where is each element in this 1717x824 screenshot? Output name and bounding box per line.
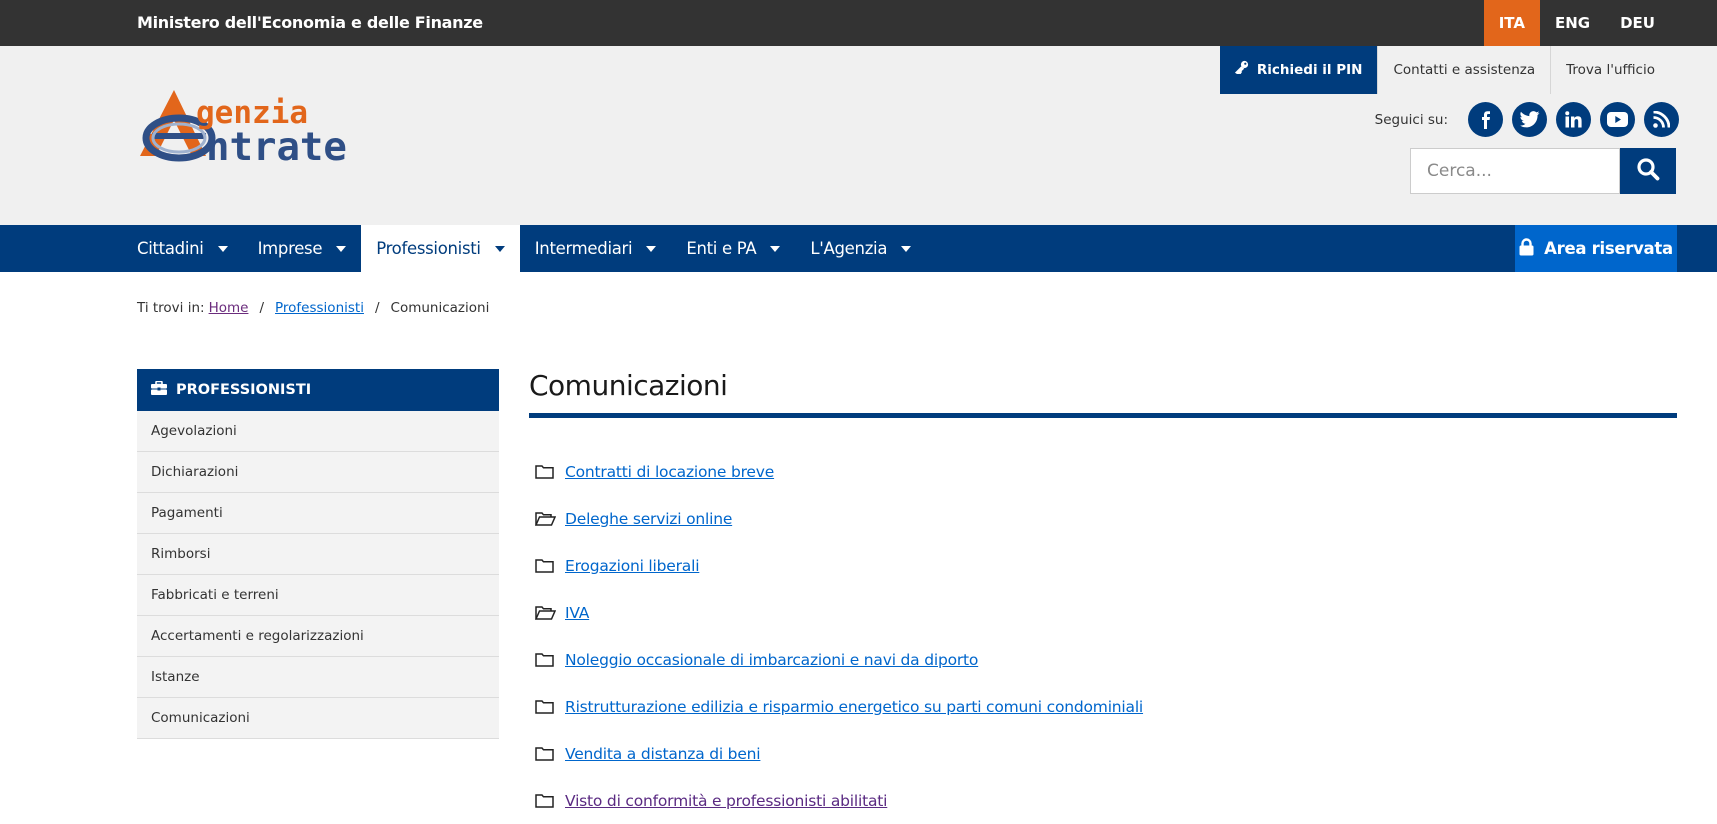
request-pin-label: Richiedi il PIN [1256, 62, 1363, 78]
link-contratti-locazione-breve[interactable]: Contratti di locazione breve [565, 463, 774, 481]
caret-down-icon [217, 245, 228, 252]
nav-intermediari[interactable]: Intermediari [520, 225, 672, 272]
caret-down-icon [494, 245, 505, 252]
list-item: IVA [529, 589, 1677, 636]
breadcrumb-separator: / [374, 300, 380, 316]
folder-open-icon [535, 511, 557, 526]
social-label: Seguici su: [1374, 111, 1448, 128]
site-header: genzia ntrate Richiedi il PIN Contatti e… [0, 46, 1717, 225]
reserved-area-button[interactable]: Area riservata [1515, 225, 1677, 272]
link-iva[interactable]: IVA [565, 604, 589, 622]
facebook-icon[interactable] [1468, 102, 1503, 137]
caret-down-icon [646, 245, 657, 252]
link-noleggio-occasionale[interactable]: Noleggio occasionale di imbarcazioni e n… [565, 651, 978, 669]
folder-icon [535, 699, 557, 714]
request-pin-link[interactable]: Richiedi il PIN [1219, 46, 1378, 94]
caret-down-icon [770, 245, 781, 252]
link-vendita-distanza[interactable]: Vendita a distanza di beni [565, 745, 761, 763]
linkedin-icon[interactable] [1556, 102, 1591, 137]
language-switcher: ITA ENG DEU [1483, 0, 1670, 46]
lang-eng[interactable]: ENG [1540, 0, 1605, 46]
caret-down-icon [901, 245, 912, 252]
sidebar: PROFESSIONISTI Agevolazioni Dichiarazion… [137, 369, 499, 739]
folder-icon [535, 464, 557, 479]
search-button[interactable] [1620, 148, 1676, 194]
link-ristrutturazione-edilizia[interactable]: Ristrutturazione edilizia e risparmio en… [565, 698, 1143, 716]
sidebar-item-dichiarazioni[interactable]: Dichiarazioni [137, 452, 499, 493]
breadcrumb-home[interactable]: Home [209, 300, 249, 316]
find-office-link[interactable]: Trova l'ufficio [1550, 46, 1670, 94]
youtube-icon[interactable] [1600, 102, 1635, 137]
nav-label: Enti e PA [686, 239, 757, 258]
nav-label: Cittadini [137, 239, 204, 258]
nav-cittadini[interactable]: Cittadini [122, 225, 243, 272]
main-navigation: Cittadini Imprese Professionisti Interme… [0, 225, 1717, 272]
nav-label: Imprese [257, 239, 323, 258]
briefcase-icon [151, 380, 167, 399]
main-content: Comunicazioni Contratti di locazione bre… [529, 369, 1677, 824]
folder-icon [535, 793, 557, 808]
nav-imprese[interactable]: Imprese [243, 225, 362, 272]
search-box [1410, 148, 1676, 194]
sidebar-item-rimborsi[interactable]: Rimborsi [137, 534, 499, 575]
breadcrumb-prefix: Ti trovi in: [137, 300, 205, 316]
social-links: Seguici su: [1375, 102, 1679, 137]
breadcrumb-separator: / [259, 300, 265, 316]
agenzia-entrate-logo[interactable]: genzia ntrate [134, 88, 394, 178]
list-item: Visto di conformità e professionisti abi… [529, 777, 1677, 824]
nav-label: L'Agenzia [810, 239, 888, 258]
folder-icon [535, 652, 557, 667]
sidebar-title: PROFESSIONISTI [176, 382, 312, 398]
list-item: Deleghe servizi online [529, 495, 1677, 542]
sidebar-item-accertamenti[interactable]: Accertamenti e regolarizzazioni [137, 616, 499, 657]
title-divider [529, 413, 1677, 418]
breadcrumb: Ti trovi in: Home / Professionisti / Com… [137, 300, 489, 316]
list-item: Erogazioni liberali [529, 542, 1677, 589]
link-visto-conformita[interactable]: Visto di conformità e professionisti abi… [565, 792, 887, 810]
nav-agenzia[interactable]: L'Agenzia [795, 225, 926, 272]
sidebar-item-comunicazioni[interactable]: Comunicazioni [137, 698, 499, 739]
nav-professionisti[interactable]: Professionisti [361, 225, 520, 272]
twitter-icon[interactable] [1512, 102, 1547, 137]
nav-label: Professionisti [376, 239, 481, 258]
nav-enti-pa[interactable]: Enti e PA [671, 225, 795, 272]
caret-down-icon [336, 245, 347, 252]
page-title: Comunicazioni [529, 369, 728, 402]
lang-deu[interactable]: DEU [1605, 0, 1670, 46]
contacts-link[interactable]: Contatti e assistenza [1377, 46, 1550, 94]
list-item: Noleggio occasionale di imbarcazioni e n… [529, 636, 1677, 683]
breadcrumb-professionisti[interactable]: Professionisti [275, 300, 364, 316]
rss-icon[interactable] [1644, 102, 1679, 137]
top-bar: Ministero dell'Economia e delle Finanze … [0, 0, 1717, 46]
ministry-name[interactable]: Ministero dell'Economia e delle Finanze [137, 0, 483, 46]
sidebar-item-fabbricati[interactable]: Fabbricati e terreni [137, 575, 499, 616]
lock-icon [1519, 237, 1534, 260]
sidebar-item-istanze[interactable]: Istanze [137, 657, 499, 698]
sidebar-header: PROFESSIONISTI [137, 369, 499, 411]
breadcrumb-current: Comunicazioni [390, 300, 490, 316]
folder-open-icon [535, 605, 557, 620]
sidebar-item-agevolazioni[interactable]: Agevolazioni [137, 411, 499, 452]
svg-text:ntrate: ntrate [206, 125, 347, 170]
key-icon [1234, 46, 1249, 94]
folder-icon [535, 558, 557, 573]
search-icon [1636, 157, 1660, 185]
sidebar-item-pagamenti[interactable]: Pagamenti [137, 493, 499, 534]
lang-ita[interactable]: ITA [1483, 0, 1540, 46]
list-item: Ristrutturazione edilizia e risparmio en… [529, 683, 1677, 730]
reserved-area-label: Area riservata [1544, 239, 1673, 258]
nav-label: Intermediari [534, 239, 633, 258]
header-links: Richiedi il PIN Contatti e assistenza Tr… [1219, 46, 1670, 94]
list-item: Vendita a distanza di beni [529, 730, 1677, 777]
list-item: Contratti di locazione breve [529, 448, 1677, 495]
link-erogazioni-liberali[interactable]: Erogazioni liberali [565, 557, 700, 575]
search-input[interactable] [1410, 148, 1620, 194]
topic-list: Contratti di locazione breve Deleghe ser… [529, 448, 1677, 824]
link-deleghe-servizi-online[interactable]: Deleghe servizi online [565, 510, 732, 528]
folder-icon [535, 746, 557, 761]
